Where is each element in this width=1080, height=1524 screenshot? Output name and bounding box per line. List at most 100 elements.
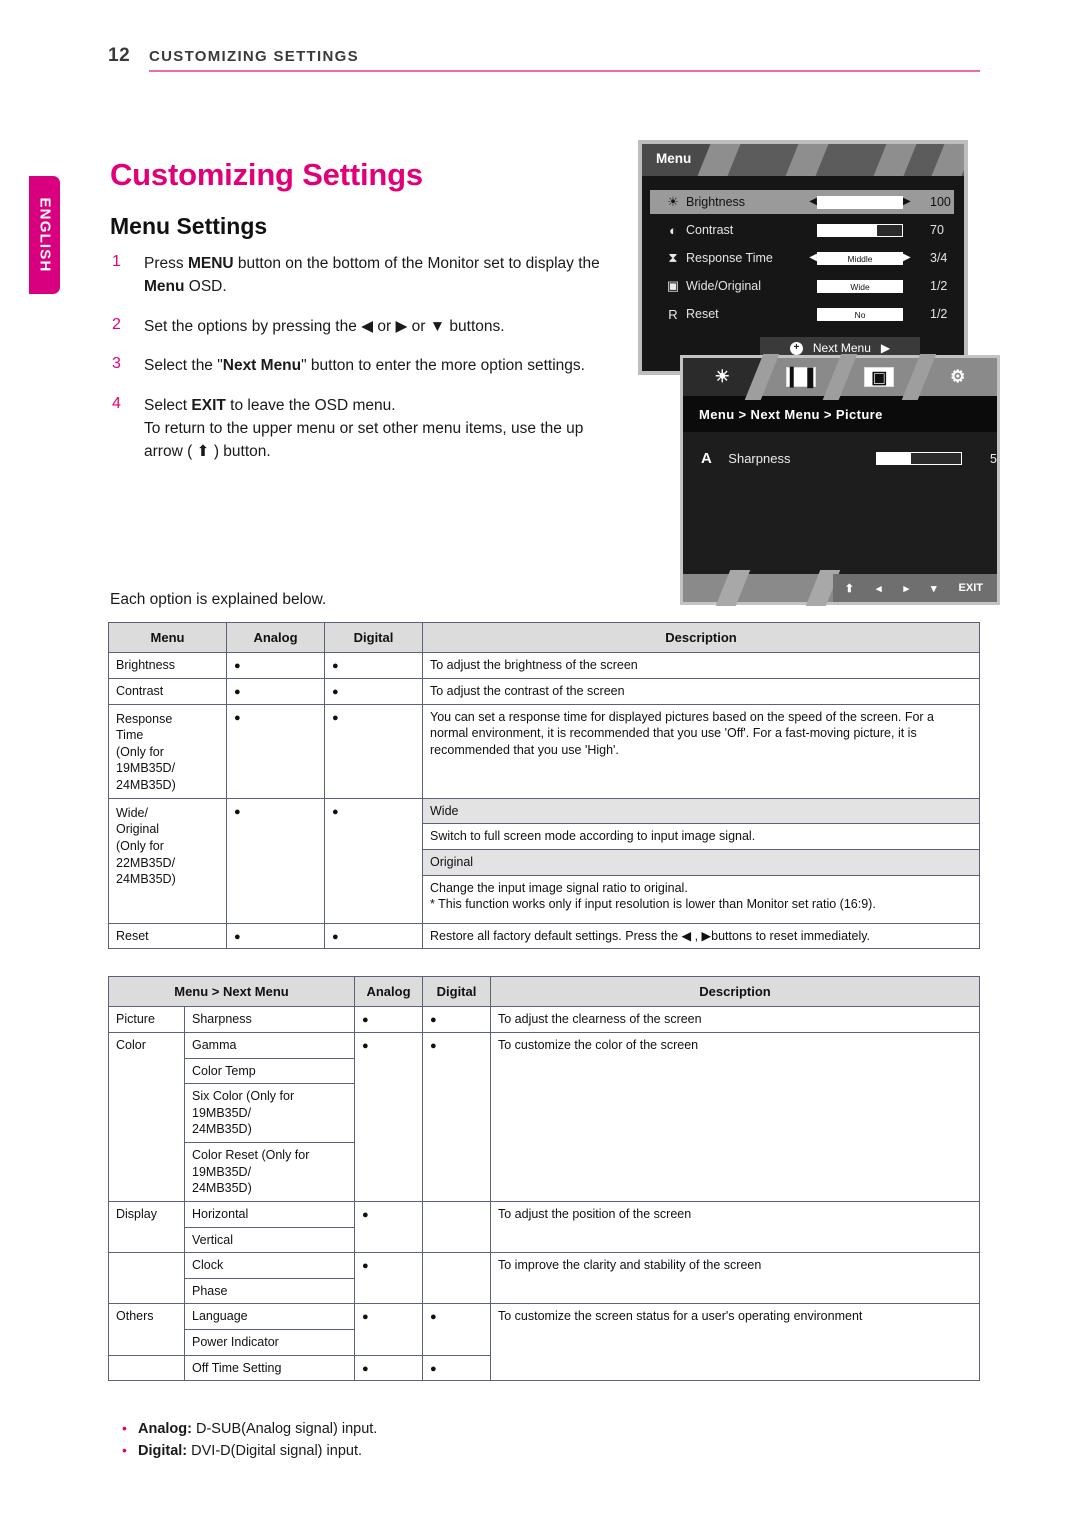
brightness-icon: ☀ [667,194,679,209]
step-3: 3 Select the "Next Menu" button to enter … [108,355,608,378]
osd-picture-body: A Sharpness 5 [683,432,997,574]
cell-availability: ● [354,1031,423,1202]
cell-group-name [108,1354,185,1382]
table-row: Display Horizontal ● To adjust the position… [108,1200,980,1254]
instruction-steps: 1 Press MENU button on the bottom of the … [108,253,608,480]
others-tab-icon[interactable]: ⚙ [919,358,998,396]
cell-availability: ● [226,652,325,679]
osd-row-reset[interactable]: R Reset No 1/2 [660,302,947,326]
cell-menu-name: Response Time (Only for 19MB35D/24MB35D) [108,703,227,799]
table-header-row: Menu Analog Digital Description [108,621,980,654]
osd-sharpness-label: Sharpness [728,451,791,466]
cell-description: Change the input image signal ratio to o… [422,874,980,924]
chevron-left-icon[interactable]: ◀ [809,197,817,207]
footnote-text: D-SUB(Analog signal) input. [191,1421,378,1437]
chevron-left-icon[interactable]: ◀ [809,253,817,263]
cell-availability: ● [324,703,423,799]
col-menu: Menu [108,621,227,654]
osd-row-contrast[interactable]: ◐ Contrast 70 [660,218,946,242]
cell-availability: ● [422,1006,491,1033]
table-row: Brightness ● ● To adjust the brightness of … [108,652,980,679]
osd-main-menu-figure: Menu ☀ Brightness ◀ ▶ 100 ◐ Contrast 70 ⧗ Respons… [638,140,968,375]
step-number: 2 [112,315,121,333]
table-row: Contrast ● ● To adjust the contrast of the … [108,677,980,705]
cell-description: To customize the color of the screen [490,1031,980,1202]
cell-availability: ● [324,677,423,705]
table-row: Wide/Original (Only for 22MB35D/24MB35D) ● ●… [108,797,980,924]
step-number: 1 [112,253,121,270]
contrast-icon: ◐ [669,222,677,238]
cell-group-name: Color [108,1031,185,1202]
cell-availability: ● [226,677,325,705]
cell-item-name: Sharpness [184,1006,355,1033]
value-slider[interactable] [817,195,903,209]
cell-availability: ● [226,703,325,799]
col2-description: Description [490,975,980,1008]
cell-availability: ● [354,1006,423,1033]
chevron-right-icon[interactable]: ▶ [903,197,911,207]
cell-availability: ● [354,1303,423,1356]
cell-availability: ● [422,1303,491,1356]
footnote: • Analog: D-SUB(Analog signal) input. [120,1418,720,1440]
cell-availability: ● [354,1200,423,1254]
footnote-label: Digital: [138,1443,188,1460]
osd-footer-button[interactable]: ▸ [903,582,909,595]
osd-next-menu-label: Next Menu [812,341,871,355]
color-tab-icon[interactable]: ▎▐ [762,354,858,400]
cell-availability: ● [324,797,423,924]
sharpness-slider[interactable] [876,452,963,465]
osd-row-wide-original[interactable]: ▣ Wide/Original Wide 1/2 [660,274,948,298]
osd-row-brightness[interactable]: ☀ Brightness ◀ ▶ 100 [650,190,954,214]
cell-availability [422,1200,491,1254]
value-pill[interactable]: No [817,307,903,321]
osd-picture-menu-figure: ☀ ▎▐ ▣ ⚙ Menu > Next Menu > Picture A Sharp… [680,354,1000,606]
cell-description: To adjust the clearness of the screen [490,1006,980,1033]
header-rule [149,70,980,72]
cell-description: To customize the screen status for a use… [490,1303,980,1382]
cell-availability: ● [324,922,423,950]
cell-availability: ● [354,1354,423,1382]
step-4: 4 Select EXIT to leave the OSD menu. To re… [108,395,608,463]
osd-footer-button[interactable]: ⬆ [845,582,854,595]
value-pill[interactable]: Middle [817,251,903,265]
cell-item-name: Horizontal [184,1200,355,1228]
cell-item-name: Clock [184,1252,355,1279]
step-number: 3 [112,355,121,373]
osd-footer-button[interactable]: ▾ [931,582,937,595]
osd-footer-button[interactable]: ◂ [876,582,882,595]
step-number: 4 [112,395,121,413]
osd-slash-2 [783,144,831,176]
language-tab-label: ENGLISH [36,197,53,273]
value-pill[interactable]: Wide [817,279,903,293]
osd-row-value: 1/2 [930,279,948,293]
cell-description: To adjust the brightness of the screen [422,652,980,679]
footnote-label: Analog: [138,1421,192,1437]
chevron-right-icon: ▶ [880,341,891,355]
osd-footer-button[interactable]: EXIT [959,582,983,594]
osd-row-response-time[interactable]: ⧗ Response Time ◀ Middle ▶ 3/4 [660,246,948,270]
cell-description-subtitle: Wide [422,797,980,825]
cell-availability: ● [226,922,325,950]
table-row: Response Time (Only for 19MB35D/24MB35D) ● ● Y… [108,703,980,799]
value-slider[interactable] [817,223,903,237]
cell-availability: ● [422,1031,491,1202]
cell-availability: ● [354,1252,423,1305]
table-row: Color Gamma ● ● To customize the color of th… [108,1031,980,1202]
cell-group-name: Others [108,1303,185,1356]
osd-row-label: Response Time [686,251,773,265]
footnote-text: DVI-D(Digital signal) input. [187,1443,363,1460]
cell-availability: ● [226,797,325,924]
chevron-right-icon[interactable]: ▶ [903,253,911,263]
cell-item-name: Gamma [184,1031,355,1059]
section-title: Menu Settings [110,213,268,240]
display-tab-icon[interactable]: ▣ [840,354,936,400]
osd-row-value: 3/4 [930,251,948,265]
col-menu-next-menu: Menu > Next Menu [108,975,355,1008]
table2-header-row: Menu > Next Menu Analog Digital Descript… [108,975,980,1008]
chapter-title: CUSTOMIZING SETTINGS [149,48,359,65]
picture-tab-icon[interactable]: ☀ [683,354,779,400]
reset-icon: R [668,306,678,322]
osd-sharpness-row[interactable]: A Sharpness 5 [683,432,997,467]
step-text: Set the options by pressing the ◀ or ▶ o… [144,317,505,335]
osd-row-label: Wide/Original [686,279,762,293]
